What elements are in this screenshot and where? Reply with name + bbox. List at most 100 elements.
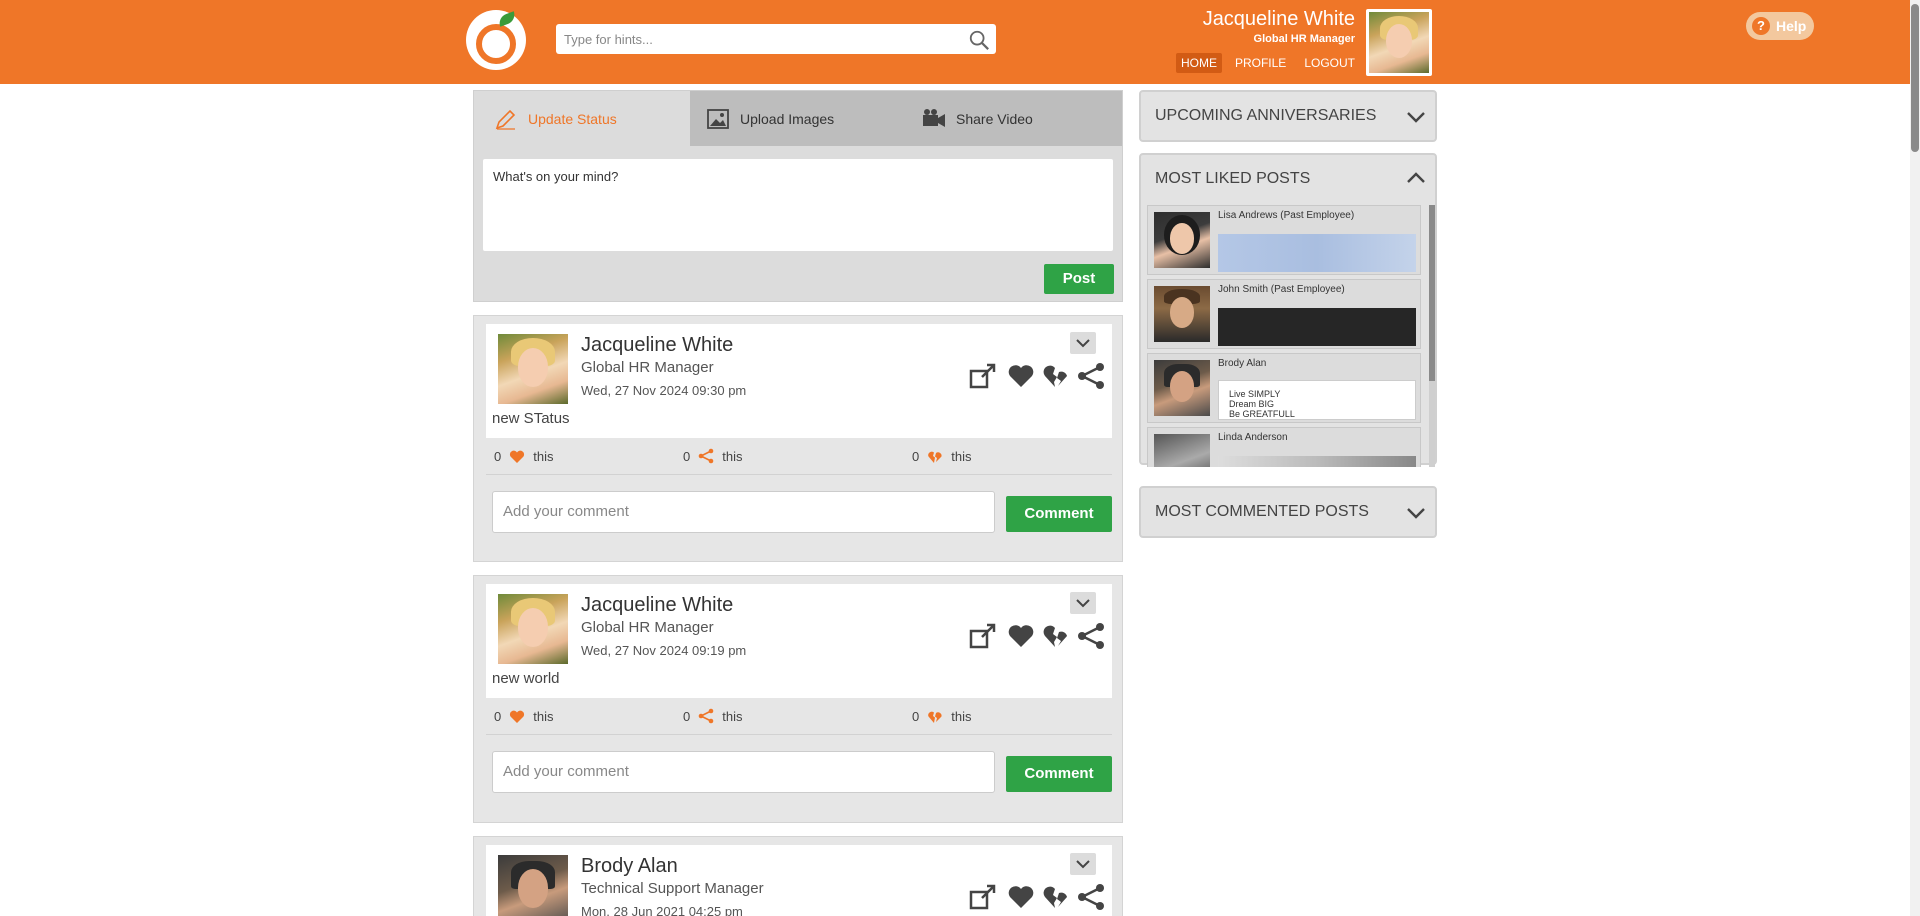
search-input[interactable]	[556, 24, 956, 54]
broken-heart-icon[interactable]	[1041, 361, 1071, 391]
panel-toggle[interactable]	[1403, 165, 1429, 191]
liked-post-text: Live SIMPLY Dream BIG Be GREATFULL	[1218, 380, 1416, 420]
panel-toggle[interactable]	[1403, 500, 1429, 526]
scrollbar-thumb[interactable]	[1911, 4, 1919, 152]
heart-icon[interactable]	[1006, 882, 1036, 912]
post-options-dropdown[interactable]	[1070, 592, 1096, 614]
broken-heart-icon[interactable]	[1041, 621, 1071, 651]
post-author-name[interactable]: Brody Alan	[581, 855, 678, 878]
tab-update-status[interactable]: Update Status	[474, 91, 690, 146]
tab-share-video[interactable]: Share Video	[922, 91, 1102, 146]
liked-post-image	[1218, 456, 1416, 467]
post-card: Jacqueline White Global HR Manager Wed, …	[486, 324, 1112, 438]
liked-post-item[interactable]: Lisa Andrews (Past Employee)	[1147, 205, 1421, 275]
feed-post: Jacqueline White Global HR Manager Wed, …	[473, 575, 1123, 823]
post-date: Wed, 27 Nov 2024 09:19 pm	[581, 643, 747, 658]
liked-post-line: Be GREATFULL	[1229, 409, 1295, 419]
divider	[486, 734, 1112, 735]
post-options-dropdown[interactable]	[1070, 853, 1096, 875]
liked-post-author: John Smith (Past Employee)	[1218, 284, 1345, 295]
avatar-face	[1169, 223, 1195, 254]
post-author-name[interactable]: Jacqueline White	[581, 334, 733, 357]
nav-logout-link[interactable]: LOGOUT	[1299, 53, 1360, 73]
share-icon[interactable]	[1076, 361, 1106, 391]
liked-post-author: Lisa Andrews (Past Employee)	[1218, 210, 1355, 221]
scrollbar-thumb[interactable]	[1429, 205, 1435, 381]
comment-button[interactable]: Comment	[1006, 496, 1112, 532]
post-author-name[interactable]: Jacqueline White	[581, 594, 733, 617]
divider	[486, 474, 1112, 475]
share-count[interactable]: 0 this	[683, 707, 742, 725]
share-count[interactable]: 0 this	[683, 447, 742, 465]
nav-profile-link[interactable]: PROFILE	[1230, 53, 1291, 73]
comment-button[interactable]: Comment	[1006, 756, 1112, 792]
like-count-value: 0	[494, 708, 502, 724]
heart-icon[interactable]	[1006, 361, 1036, 391]
external-link-icon[interactable]	[968, 621, 998, 651]
broken-heart-icon[interactable]	[1041, 882, 1071, 912]
chevron-down-icon	[1407, 508, 1425, 519]
dislike-count[interactable]: 0 this	[912, 447, 971, 465]
post-actions	[968, 621, 1108, 651]
status-textarea[interactable]: What's on your mind?	[483, 159, 1113, 251]
post-card: Brody Alan Technical Support Manager Mon…	[486, 845, 1112, 916]
post-author-avatar[interactable]	[498, 594, 568, 664]
post-stats: 0 this 0 this 0 this	[474, 701, 1122, 731]
header-avatar[interactable]	[1366, 9, 1432, 76]
liked-post-image	[1218, 308, 1416, 346]
app-logo[interactable]	[466, 10, 526, 70]
dislike-count[interactable]: 0 this	[912, 707, 971, 725]
external-link-icon[interactable]	[968, 882, 998, 912]
liked-post-author: Linda Anderson	[1218, 432, 1288, 443]
liked-post-avatar	[1154, 360, 1210, 416]
search-icon[interactable]	[968, 29, 990, 51]
panel-toggle[interactable]	[1403, 104, 1429, 130]
tab-update-status-label: Update Status	[528, 110, 617, 127]
feed-post: Brody Alan Technical Support Manager Mon…	[473, 836, 1123, 916]
dislike-count-value: 0	[912, 708, 920, 724]
liked-post-avatar	[1154, 212, 1210, 268]
comment-input[interactable]: Add your comment	[492, 751, 995, 793]
post-button[interactable]: Post	[1044, 264, 1114, 294]
share-count-value: 0	[683, 448, 691, 464]
liked-post-item[interactable]: Linda Anderson	[1147, 427, 1421, 467]
avatar-face	[1169, 297, 1195, 328]
page-scrollbar[interactable]	[1910, 0, 1920, 916]
like-count[interactable]: 0 this	[494, 707, 553, 725]
external-link-icon[interactable]	[968, 361, 998, 391]
video-camera-icon	[923, 108, 945, 127]
image-icon	[707, 108, 729, 129]
dislike-count-label: this	[951, 448, 972, 464]
like-count-label: this	[533, 448, 554, 464]
tab-upload-images[interactable]: Upload Images	[706, 91, 886, 146]
share-icon[interactable]	[1076, 882, 1106, 912]
share-count-value: 0	[683, 708, 691, 724]
help-button[interactable]: ? Help	[1746, 12, 1814, 40]
liked-post-avatar	[1154, 434, 1210, 467]
post-card: Jacqueline White Global HR Manager Wed, …	[486, 584, 1112, 698]
help-label: Help	[1776, 18, 1807, 34]
upcoming-anniversaries-panel[interactable]: UPCOMING ANNIVERSARIES	[1139, 90, 1437, 142]
share-icon	[698, 448, 714, 464]
post-date: Mon, 28 Jun 2021 04:25 pm	[581, 904, 743, 916]
comment-input[interactable]: Add your comment	[492, 491, 995, 533]
post-author-title: Technical Support Manager	[581, 880, 764, 897]
most-commented-panel[interactable]: MOST COMMENTED POSTS	[1139, 486, 1437, 538]
post-author-avatar[interactable]	[498, 855, 568, 916]
like-count-label: this	[533, 708, 554, 724]
like-count[interactable]: 0 this	[494, 447, 553, 465]
post-text: new STatus	[492, 410, 570, 427]
top-header: Jacqueline White Global HR Manager HOME …	[0, 0, 1920, 84]
liked-post-item[interactable]: John Smith (Past Employee)	[1147, 279, 1421, 349]
share-icon[interactable]	[1076, 621, 1106, 651]
heart-icon[interactable]	[1006, 621, 1036, 651]
post-options-dropdown[interactable]	[1070, 332, 1096, 354]
post-date: Wed, 27 Nov 2024 09:30 pm	[581, 383, 747, 398]
liked-post-item[interactable]: Brody Alan Live SIMPLY Dream BIG Be GREA…	[1147, 353, 1421, 423]
nav-home-link[interactable]: HOME	[1175, 53, 1222, 73]
avatar-face	[1169, 371, 1195, 402]
post-author-avatar[interactable]	[498, 334, 568, 404]
liked-post-avatar	[1154, 286, 1210, 342]
chevron-down-icon	[1407, 112, 1425, 123]
liked-posts-scrollbar[interactable]	[1429, 205, 1435, 467]
